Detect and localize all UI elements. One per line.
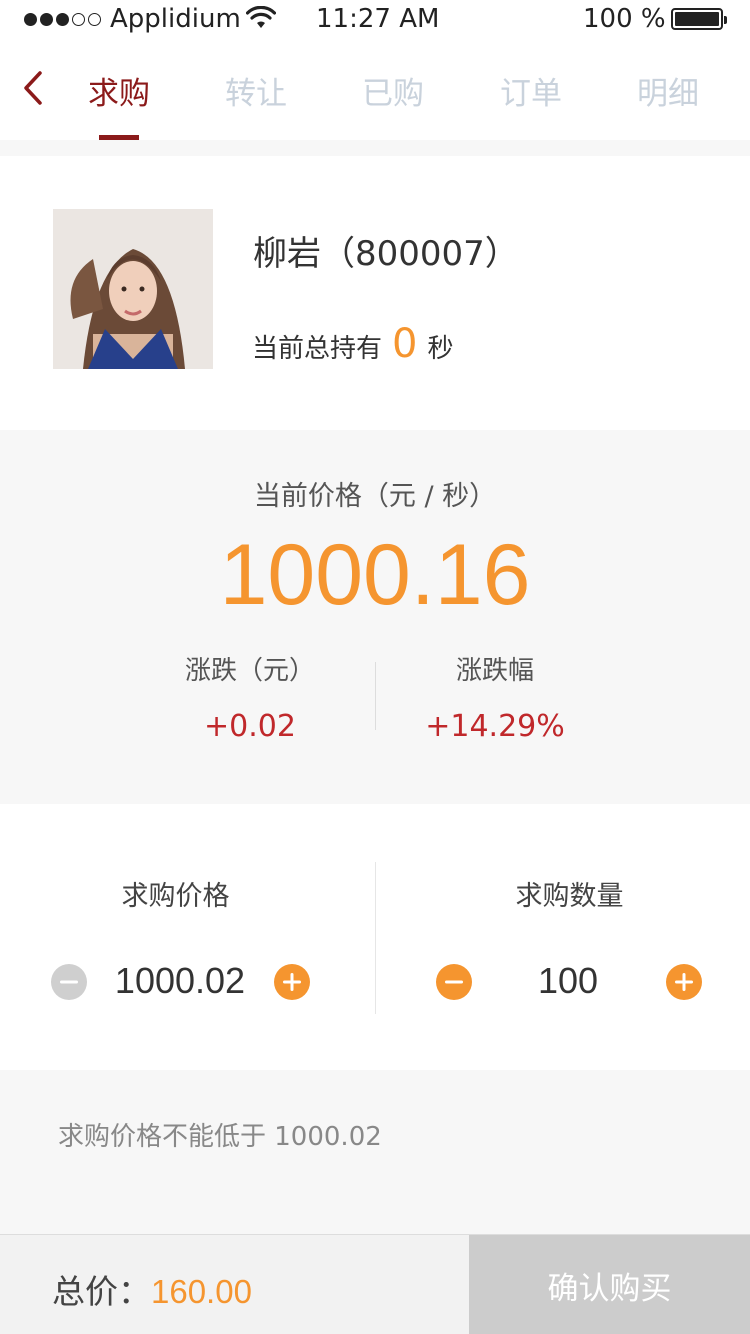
top-navigation: 求购 转让 已购 订单 明细 [0, 40, 750, 140]
holding-unit: 秒 [427, 334, 454, 364]
tab-buy-request[interactable]: 求购 [74, 68, 164, 113]
price-change: 涨跌（元） +0.02 [130, 650, 370, 744]
profile-name: 柳岩（800007） [253, 234, 519, 274]
total-price-value: 160.00 [151, 1273, 252, 1310]
tab-purchased[interactable]: 已购 [348, 68, 438, 113]
divider [375, 862, 376, 1014]
holding-prefix: 当前总持有 [252, 334, 383, 364]
price-section: 当前价格（元 / 秒） 1000.16 涨跌（元） +0.02 涨跌幅 +14.… [0, 430, 750, 804]
price-change-label: 涨跌（元） [184, 656, 315, 686]
bid-quantity-label: 求购数量 [515, 881, 624, 912]
holding-value: 0 [392, 321, 418, 367]
status-bar: Applidium 11:27 AM 100 % [0, 0, 750, 40]
battery-icon [671, 8, 727, 30]
signal-strength-icon [24, 10, 101, 28]
total-price: 总价：160.00 [52, 1265, 252, 1313]
tab-orders[interactable]: 订单 [486, 68, 576, 113]
current-price-label: 当前价格（元 / 秒） [253, 481, 497, 512]
active-tab-indicator [99, 135, 139, 140]
wifi-icon [246, 6, 276, 28]
avatar[interactable] [53, 209, 213, 369]
order-form: 求购价格 求购数量 1000.02 100 [0, 804, 750, 1070]
price-decrease-button[interactable] [51, 964, 87, 1000]
bid-price-label: 求购价格 [121, 881, 230, 912]
bid-price-input[interactable]: 1000.02 [100, 960, 260, 1002]
bid-quantity-input[interactable]: 100 [498, 960, 638, 1002]
price-change-percent-label: 涨跌幅 [455, 656, 534, 686]
profile-card: 柳岩（800007） 当前总持有 0 秒 [0, 156, 750, 430]
minus-circle-icon [436, 964, 472, 1000]
minus-circle-icon [51, 964, 87, 1000]
tab-transfer[interactable]: 转让 [211, 68, 301, 113]
plus-circle-icon [274, 964, 310, 1000]
tab-details[interactable]: 明细 [623, 68, 713, 113]
hint-section: 求购价格不能低于 1000.02 [0, 1070, 750, 1234]
back-arrow-icon[interactable] [18, 68, 50, 108]
bottom-bar: 总价：160.00 确认购买 [0, 1234, 750, 1334]
quantity-increase-button[interactable] [666, 964, 702, 1000]
plus-circle-icon [666, 964, 702, 1000]
current-price-value: 1000.16 [219, 527, 531, 623]
battery-percentage: 100 % [583, 4, 666, 34]
clock: 11:27 AM [316, 4, 440, 34]
carrier-name: Applidium [110, 4, 241, 34]
holding-info: 当前总持有 0 秒 [252, 321, 453, 367]
quantity-decrease-button[interactable] [436, 964, 472, 1000]
price-change-percent-value: +14.29% [425, 709, 565, 744]
price-change-value: +0.02 [204, 709, 296, 744]
price-change-percent: 涨跌幅 +14.29% [375, 650, 615, 744]
confirm-purchase-button[interactable]: 确认购买 [469, 1235, 750, 1334]
price-increase-button[interactable] [274, 964, 310, 1000]
min-price-hint: 求购价格不能低于 1000.02 [58, 1122, 382, 1152]
total-price-label: 总价： [52, 1272, 151, 1311]
